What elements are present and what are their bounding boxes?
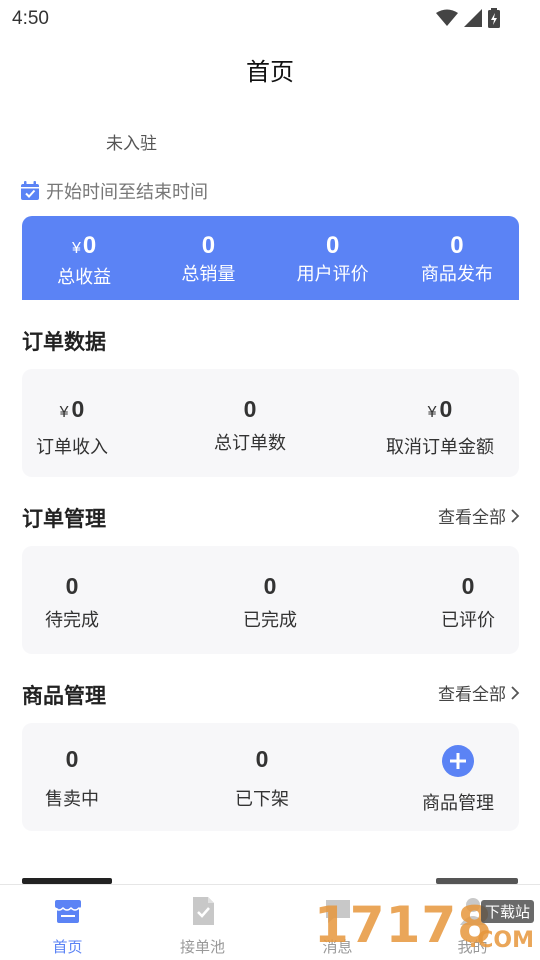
stat-user-reviews[interactable]: 0 用户评价 [271,216,395,300]
cell-label: 待完成 [45,610,99,630]
status-icons [436,8,500,28]
currency-symbol: ¥ [427,404,437,421]
section-title-order-data: 订单数据 [22,331,106,354]
section-title-order-management: 订单管理 [22,508,106,531]
cell-label: 售卖中 [45,789,99,809]
battery-icon [488,8,500,28]
status-time: 4:50 [12,8,49,29]
cell-value: 0 [65,573,79,599]
date-range-picker[interactable]: 开始时间至结束时间 [20,178,208,204]
document-check-icon [192,897,214,925]
stat-label: 商品发布 [420,264,493,284]
section-title-product-management: 商品管理 [22,685,106,708]
tab-order-pool[interactable]: 接单池 [135,885,270,960]
product-view-all-link[interactable]: 查看全部 [438,680,520,705]
cell-label: 订单收入 [36,437,108,457]
overview-stats-card: ¥0 总收益 0 总销量 0 用户评价 0 商品发布 [22,216,519,300]
cell-value: ¥0 [22,395,122,427]
watermark-number: 17178 [314,896,493,954]
cancelled-order-amount[interactable]: ¥0 取消订单金额 [370,395,510,459]
chevron-right-icon [511,685,520,700]
cell-value: 0 [263,573,277,599]
currency-symbol: ¥ [59,404,69,421]
tab-home[interactable]: 首页 [0,885,135,960]
product-delisted[interactable]: 0 已下架 [212,745,312,811]
stat-value: ¥0 [22,232,146,263]
status-bar: 4:50 [0,0,540,36]
store-status: 未入驻 [106,134,157,153]
stat-total-sales[interactable]: 0 总销量 [146,216,270,300]
view-all-label: 查看全部 [438,685,506,704]
cell-number: 0 [439,396,453,422]
cell-value: 0 [243,396,257,422]
product-manage-button[interactable]: 商品管理 [408,745,508,815]
order-pending[interactable]: 0 待完成 [22,572,122,632]
view-all-label: 查看全部 [438,508,506,527]
watermark-suffix: .COM [468,928,534,953]
cell-label: 取消订单金额 [386,437,494,457]
order-reviewed[interactable]: 0 已评价 [418,572,518,632]
calendar-icon [21,181,39,200]
product-management-panel: 0 售卖中 0 已下架 商品管理 [22,723,519,831]
cell-label: 已完成 [243,610,297,630]
order-management-panel: 0 待完成 0 已完成 0 已评价 [22,546,519,654]
wifi-icon [436,9,458,26]
currency-symbol: ¥ [71,240,81,257]
stat-total-revenue[interactable]: ¥0 总收益 [22,216,146,300]
order-view-all-link[interactable]: 查看全部 [438,503,520,528]
watermark-logo: 17178 下载站 .COM [304,896,536,960]
cell-label: 总订单数 [214,433,286,453]
watermark-badge: 下载站 [480,900,534,923]
stat-value: 0 [325,232,340,259]
cell-value: ¥0 [370,395,510,427]
stat-label: 总销量 [181,264,236,284]
page-title: 首页 [246,59,294,86]
order-data-panel: ¥0 订单收入 0 总订单数 ¥0 取消订单金额 [22,369,519,477]
order-income[interactable]: ¥0 订单收入 [22,395,122,459]
product-on-sale[interactable]: 0 售卖中 [22,745,122,811]
chevron-right-icon [511,508,520,523]
cell-number: 0 [71,396,85,422]
cell-label: 商品管理 [422,793,494,813]
order-completed[interactable]: 0 已完成 [220,572,320,632]
cell-value: 0 [461,573,475,599]
stat-value: 0 [450,232,464,259]
cellular-signal-icon [464,9,482,27]
total-orders[interactable]: 0 总订单数 [200,395,300,455]
add-circle-icon [442,745,474,777]
stat-value: 0 [201,232,216,259]
cell-value: 0 [255,746,269,772]
date-range-placeholder: 开始时间至结束时间 [46,182,208,202]
cell-value: 0 [65,746,79,772]
stat-product-published[interactable]: 0 商品发布 [395,216,519,300]
cell-label: 已评价 [441,610,495,630]
cell-label: 已下架 [235,789,289,809]
stat-number: 0 [82,232,97,259]
stat-label: 总收益 [57,267,112,287]
tab-label: 接单池 [179,939,225,956]
tab-label: 首页 [52,939,83,956]
store-icon [53,900,82,923]
stat-label: 用户评价 [296,264,369,284]
